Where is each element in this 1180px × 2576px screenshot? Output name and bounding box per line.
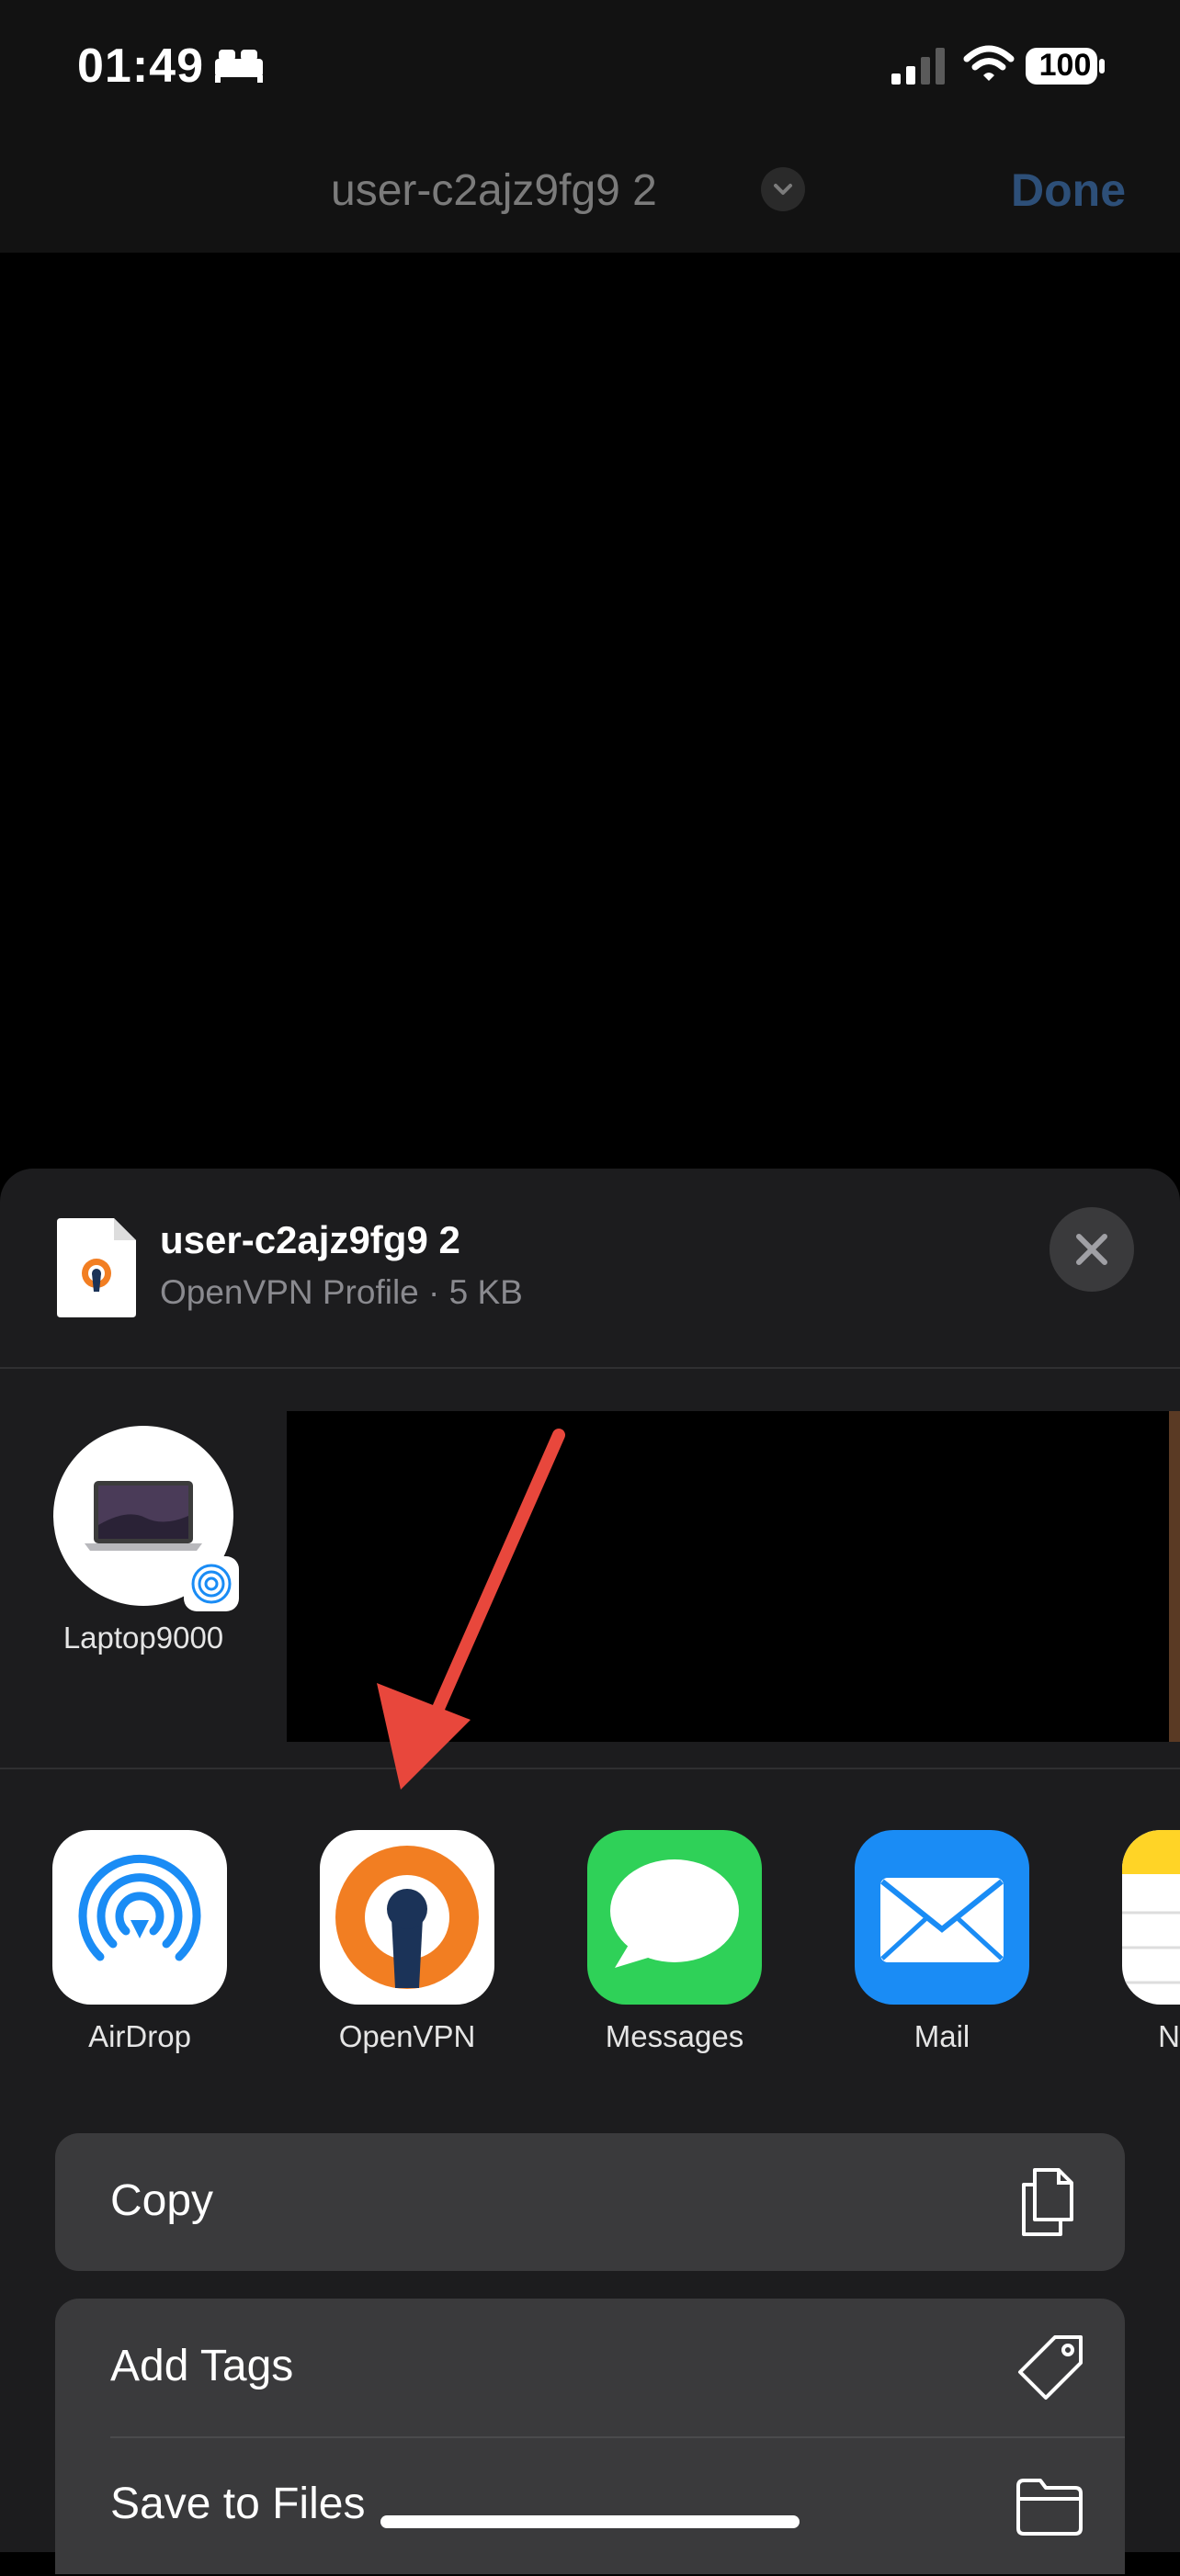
sleep-focus-icon [215, 50, 263, 83]
close-icon [1076, 1234, 1107, 1265]
copy-icon [1022, 2168, 1073, 2236]
divider [0, 1367, 1180, 1369]
add-tags-action[interactable]: Add Tags [55, 2299, 1125, 2436]
folder-icon [1016, 2479, 1083, 2536]
airdrop-icon [78, 1854, 201, 1961]
divider [0, 1768, 1180, 1769]
preview-edge [1169, 1411, 1180, 1742]
app-label: Mail [913, 2019, 970, 2053]
actions-group: Add Tags Save to Files [55, 2299, 1125, 2574]
copy-label: Copy [110, 2176, 214, 2225]
save-to-files-label: Save to Files [110, 2480, 366, 2528]
tag-icon [1018, 2335, 1083, 2400]
add-tags-label: Add Tags [110, 2342, 294, 2390]
openvpn-icon [335, 1846, 479, 1989]
person-name: Laptop9000 [62, 1621, 224, 1655]
file-name: user-c2ajz9fg9 2 [160, 1218, 460, 1261]
app-label: OpenVPN [338, 2019, 476, 2053]
status-time: 01:49 [77, 40, 204, 93]
app-messages[interactable] [587, 1830, 762, 2005]
app-airdrop[interactable] [52, 1830, 227, 2005]
battery-level: 100 [1038, 48, 1092, 83]
annotation-arrow-icon [377, 1429, 565, 1790]
wifi-icon [963, 45, 1015, 81]
app-notes[interactable] [1122, 1830, 1180, 2005]
airdrop-badge-icon [184, 1556, 239, 1611]
mail-icon [880, 1878, 1004, 1962]
cellular-signal-icon [891, 48, 945, 85]
close-button[interactable] [1050, 1207, 1134, 1292]
file-subtitle: OpenVPN Profile · 5 KB [160, 1273, 523, 1311]
chevron-down-icon[interactable] [761, 167, 805, 211]
app-mail[interactable] [855, 1830, 1029, 2005]
done-button[interactable]: Done [1011, 164, 1126, 217]
app-label: N [1158, 2019, 1180, 2053]
app-openvpn[interactable] [320, 1830, 494, 2005]
app-label: Messages [605, 2019, 744, 2053]
home-indicator[interactable] [380, 2515, 800, 2528]
document-title[interactable]: user-c2ajz9fg9 2 [331, 165, 657, 216]
app-label: AirDrop [88, 2019, 191, 2053]
openvpn-file-icon [57, 1218, 136, 1317]
copy-action[interactable]: Copy [55, 2133, 1125, 2271]
messages-icon [610, 1859, 739, 1968]
save-to-files-action[interactable]: Save to Files [55, 2438, 1125, 2576]
notes-icon [1122, 1830, 1180, 1984]
